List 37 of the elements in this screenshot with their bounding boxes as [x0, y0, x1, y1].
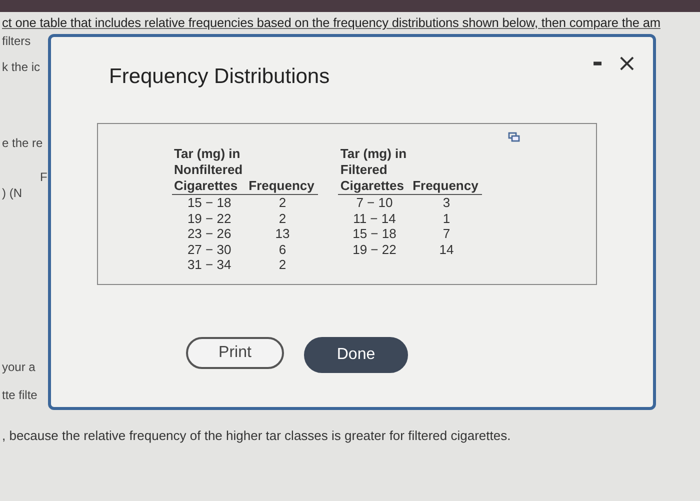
print-button[interactable]: Print: [186, 337, 284, 369]
table-cell-text: 13: [274, 226, 291, 242]
table-cell: 2: [246, 194, 318, 210]
answer-text: , because the relative frequency of the higher tar classes is greater for filtered cigarettes.: [1, 428, 512, 443]
table-cell-text: 31 − 34: [186, 257, 232, 272]
table-cell: 15 − 18: [172, 194, 247, 210]
table-cell-text: 2: [278, 257, 288, 272]
partial-text: your a: [2, 360, 36, 374]
table-cell-text: 7: [442, 226, 452, 242]
column-header: Frequency: [410, 146, 482, 194]
table-cell-text: 6: [278, 242, 288, 257]
partial-text: F: [39, 170, 48, 184]
table-cell: 7 − 10: [338, 194, 411, 210]
close-button[interactable]: ×: [616, 53, 637, 73]
partial-text: ) (N: [2, 186, 23, 200]
table-cell-text: 15 − 18: [352, 226, 398, 242]
table-cell: 3: [410, 194, 482, 210]
table-cell-text: 19 − 22: [186, 210, 232, 226]
column-header: Frequency: [246, 146, 318, 194]
dialog-title: Frequency Distributions: [109, 65, 330, 90]
question-text: ct one table that includes relative frequencies based on the frequency distributions shown below, then compare the am: [1, 14, 662, 30]
partial-text: k the ic: [2, 60, 42, 74]
partial-text: tte filte: [2, 388, 38, 402]
table-cell-text: 19 − 22: [352, 242, 398, 257]
partial-text: filters: [2, 34, 32, 48]
table-cell-text: 1: [442, 210, 452, 226]
column-header: Tar (mg) in Filtered Cigarettes: [338, 146, 411, 194]
table-cell-text: 23 − 26: [186, 226, 232, 242]
table-cell-text: 27 − 30: [186, 242, 232, 257]
column-header: Tar (mg) in Nonfiltered Cigarettes: [172, 146, 247, 194]
minimize-button[interactable]: -: [592, 53, 603, 73]
table-cell-text: 11 − 14: [352, 210, 397, 226]
done-button[interactable]: Done: [304, 337, 408, 373]
copy-icon[interactable]: [508, 132, 520, 142]
partial-text: e the re: [2, 136, 44, 150]
table-cell-text: 2: [278, 210, 288, 226]
table-cell-text: 14: [438, 242, 455, 257]
